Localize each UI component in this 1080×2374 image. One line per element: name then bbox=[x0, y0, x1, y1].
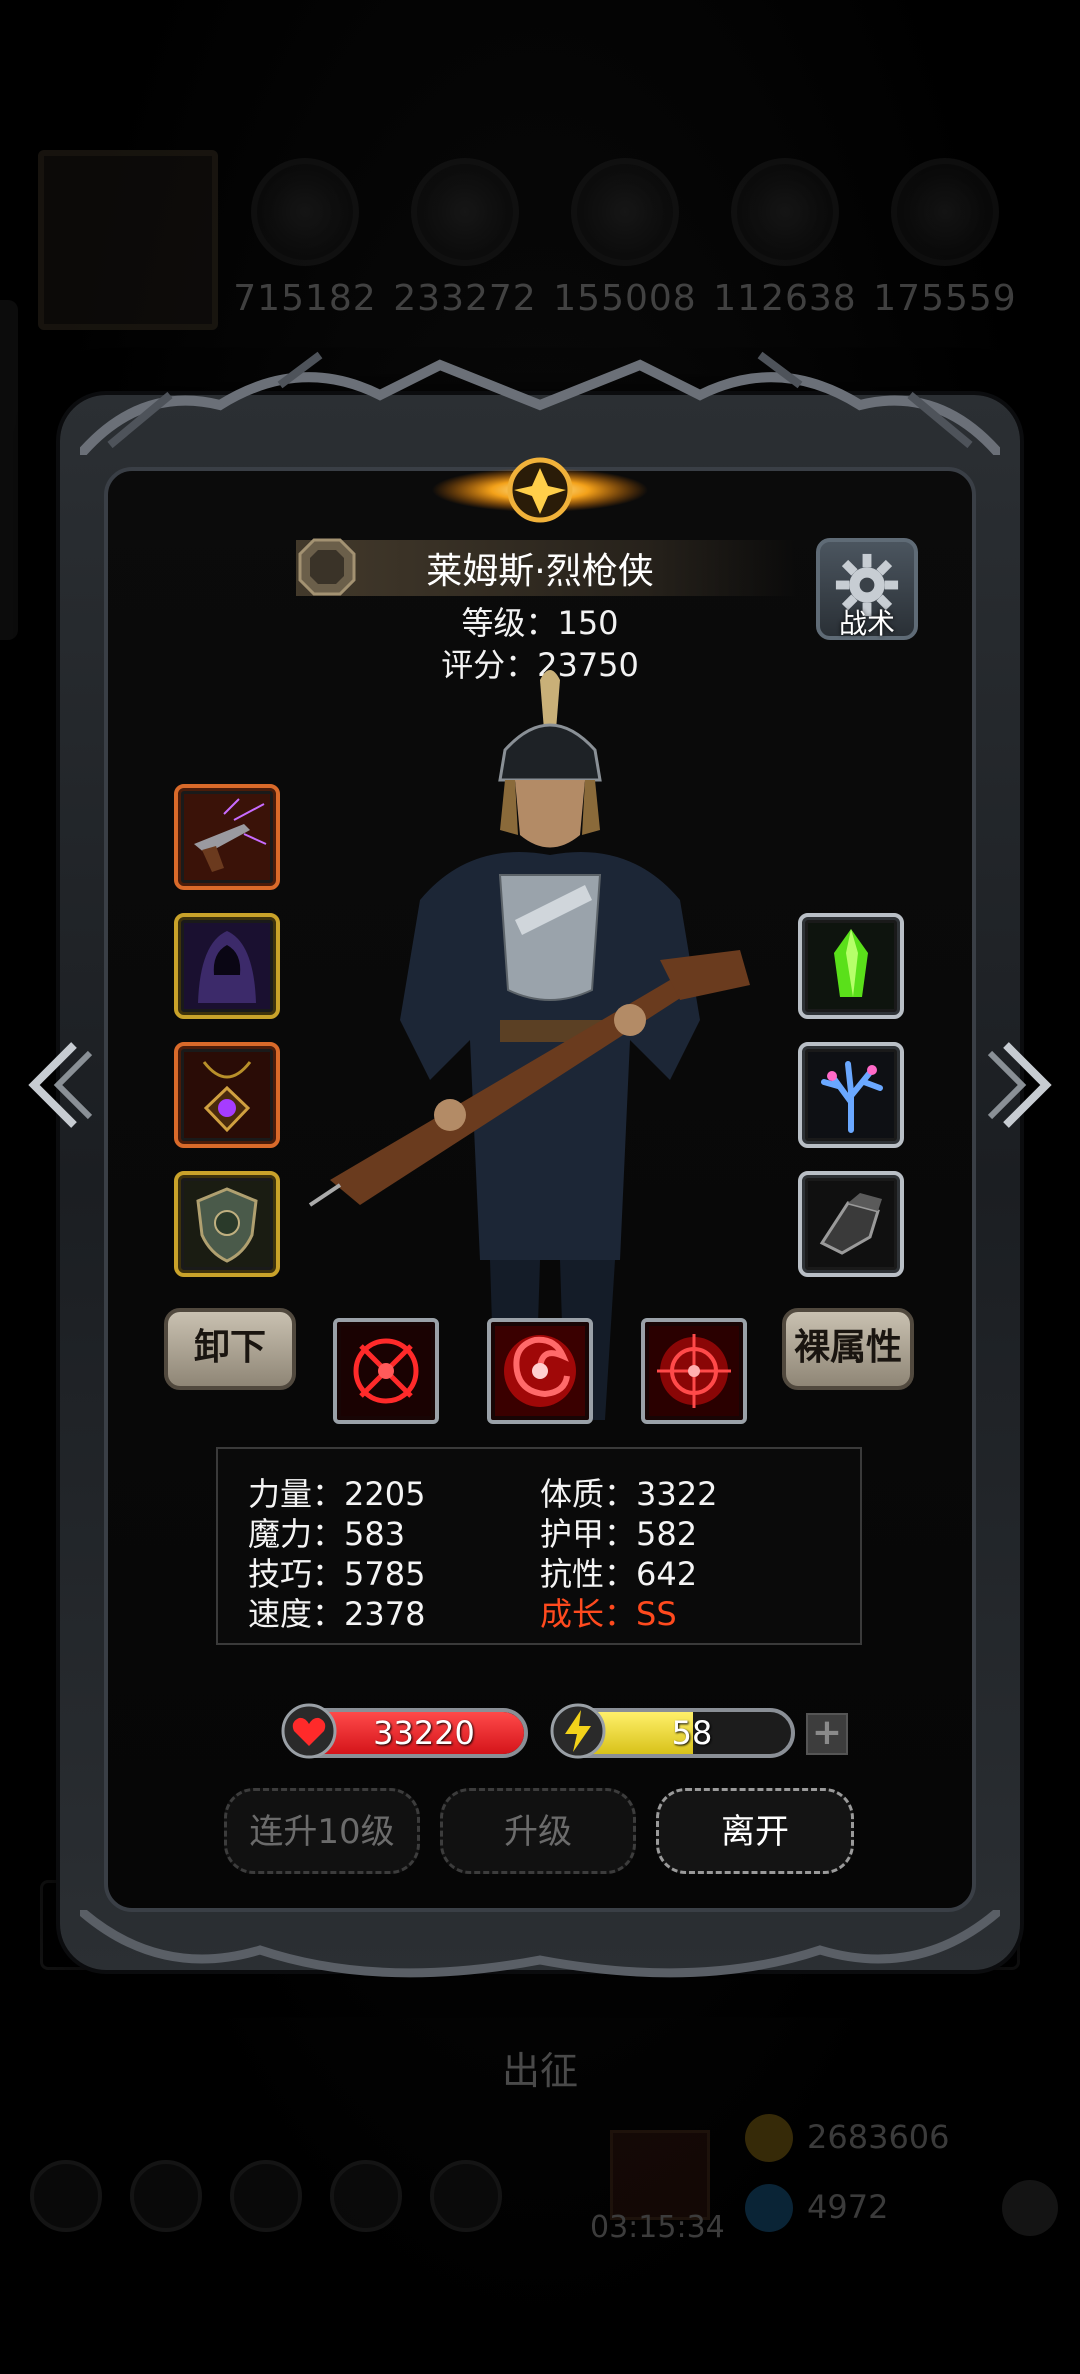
next-hero-arrow-icon[interactable] bbox=[986, 1035, 1066, 1135]
tactics-button[interactable]: 战术 bbox=[816, 538, 918, 640]
ore-icon bbox=[251, 158, 359, 266]
tactics-label: 战术 bbox=[838, 607, 895, 640]
resource-iron: 155008 bbox=[550, 158, 700, 319]
menu-icon[interactable] bbox=[130, 2160, 202, 2232]
equip-slot-gloves[interactable] bbox=[798, 1171, 904, 1277]
hero-name: 莱姆斯·烈枪侠 bbox=[426, 551, 654, 592]
leave-button[interactable]: 离开 bbox=[656, 1788, 854, 1874]
hero-level: 等级：150 bbox=[461, 604, 619, 642]
level-up-button[interactable]: 升级 bbox=[440, 1788, 636, 1874]
level-up-10-button[interactable]: 连升10级 bbox=[224, 1788, 420, 1874]
target-skill-icon bbox=[649, 1326, 739, 1416]
currency-value: 4972 bbox=[807, 2188, 889, 2226]
green-crystal-icon bbox=[808, 923, 894, 1009]
stat-speed: 速度：2378 bbox=[248, 1595, 426, 1633]
skill-slot-3[interactable] bbox=[641, 1318, 747, 1424]
currency-gem: 4972 bbox=[745, 2180, 1045, 2236]
stat-growth: 成长：SS bbox=[540, 1595, 677, 1633]
crystal-icon bbox=[731, 158, 839, 266]
skill-slot-2[interactable] bbox=[487, 1318, 593, 1424]
gauntlet-icon bbox=[808, 1181, 894, 1267]
red-vortex-skill-icon bbox=[495, 1326, 585, 1416]
amulet-icon bbox=[184, 1052, 270, 1138]
resource-value: 175559 bbox=[873, 278, 1017, 319]
resource-value: 155008 bbox=[553, 278, 697, 319]
gold-coin-icon bbox=[745, 2114, 793, 2162]
thorn-frame-bottom bbox=[80, 1910, 1000, 1978]
resource-value: 715182 bbox=[233, 278, 377, 319]
stats-panel: 力量：2205 体质：3322 魔力：583 护甲：582 技巧：5785 抗性… bbox=[216, 1447, 862, 1645]
menu-icon[interactable] bbox=[30, 2160, 102, 2232]
thorn-frame-top bbox=[80, 351, 1000, 455]
stone-icon bbox=[891, 158, 999, 266]
gift-timer: 03:15:34 bbox=[590, 2210, 725, 2245]
gem-icon bbox=[745, 2184, 793, 2232]
wood-icon bbox=[411, 158, 519, 266]
add-currency-icon[interactable] bbox=[1002, 2180, 1058, 2236]
resource-crystal: 112638 bbox=[710, 158, 860, 319]
base-attributes-button[interactable]: 裸属性 bbox=[782, 1308, 914, 1390]
flintlock-pistol-icon bbox=[184, 794, 270, 880]
equip-slot-gem[interactable] bbox=[798, 913, 904, 1019]
coral-icon bbox=[808, 1052, 894, 1138]
equip-slot-cloak[interactable] bbox=[174, 913, 280, 1019]
side-drawer-handle[interactable] bbox=[0, 300, 18, 640]
lightning-icon bbox=[550, 1703, 606, 1759]
hero-class-badge-icon bbox=[298, 538, 356, 596]
heart-icon bbox=[281, 1703, 337, 1759]
currency-value: 2683606 bbox=[807, 2118, 950, 2156]
equip-slot-weapon[interactable] bbox=[174, 784, 280, 890]
menu-icon[interactable] bbox=[230, 2160, 302, 2232]
resource-value: 112638 bbox=[713, 278, 857, 319]
deploy-button[interactable]: 出征 bbox=[390, 2040, 690, 2100]
equip-slot-shield[interactable] bbox=[174, 1171, 280, 1277]
skill-slot-1[interactable] bbox=[333, 1318, 439, 1424]
resource-stone: 175559 bbox=[870, 158, 1020, 319]
gold-emblem-icon bbox=[432, 457, 648, 523]
currency-gold: 2683606 bbox=[745, 2110, 1045, 2166]
equip-slot-relic[interactable] bbox=[798, 1042, 904, 1148]
prev-hero-arrow-icon[interactable] bbox=[14, 1035, 94, 1135]
player-avatar[interactable] bbox=[38, 150, 218, 330]
menu-icon[interactable] bbox=[430, 2160, 502, 2232]
menu-icon[interactable] bbox=[330, 2160, 402, 2232]
unequip-button[interactable]: 卸下 bbox=[164, 1308, 296, 1390]
gift-box-icon[interactable] bbox=[610, 2130, 710, 2220]
resource-ore: 715182 bbox=[230, 158, 380, 319]
iron-icon bbox=[571, 158, 679, 266]
shield-icon bbox=[184, 1181, 270, 1267]
hooded-cloak-icon bbox=[184, 923, 270, 1009]
resource-wood: 233272 bbox=[390, 158, 540, 319]
resource-bar: 715182 233272 155008 112638 175559 bbox=[0, 150, 1080, 340]
resource-value: 233272 bbox=[393, 278, 537, 319]
equip-slot-amulet[interactable] bbox=[174, 1042, 280, 1148]
add-energy-button[interactable]: + bbox=[806, 1713, 848, 1755]
crosshair-rune-skill-icon bbox=[341, 1326, 431, 1416]
